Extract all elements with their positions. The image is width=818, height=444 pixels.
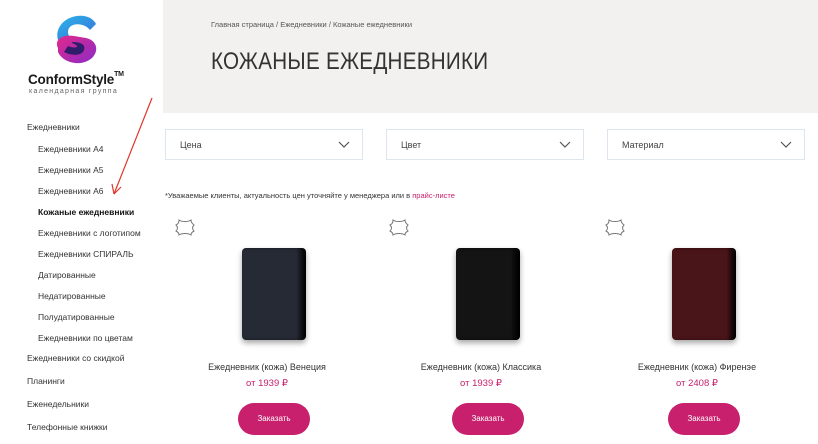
breadcrumb-section[interactable]: Ежедневники [280,20,327,29]
product-name[interactable]: Ежедневник (кожа) Классика [381,362,581,372]
sidebar-item[interactable]: Ежедневники А4 [38,144,103,154]
filter-material[interactable]: Материал [607,129,805,160]
leather-icon [605,219,625,236]
product-image[interactable] [456,248,520,340]
sidebar-item[interactable]: Ежедневники А6 [38,186,103,196]
product-image[interactable] [672,248,736,340]
product-card: Ежедневник (кожа) Венеция от 1939 ₽ Зака… [167,214,367,444]
brand-name: ConformStyleTM [28,71,124,87]
sidebar-item[interactable]: Ежедневники А5 [38,165,103,175]
sidebar-item[interactable]: Ежедневники со скидкой [27,353,124,363]
sidebar-item[interactable]: Ежедневники СПИРАЛЬ [38,249,134,259]
notice-text: *Уважаемые клиенты, актуальность цен уто… [165,191,413,200]
chevron-down-icon [338,141,350,148]
price-list-link[interactable]: прайс-листе [412,191,455,200]
leather-icon [389,219,409,236]
sidebar-item[interactable]: Ежедневники по цветам [38,333,133,343]
annotation-arrow-icon [111,97,153,195]
product-name[interactable]: Ежедневник (кожа) Фиренэе [597,362,797,372]
filter-color[interactable]: Цвет [386,129,584,160]
page-header: Главная страница / Ежедневники / Кожаные… [163,0,818,113]
order-button[interactable]: Заказать [238,403,310,435]
product-name[interactable]: Ежедневник (кожа) Венеция [167,362,367,372]
leather-icon [175,219,195,236]
chevron-down-icon [780,141,792,148]
breadcrumb-current: Кожаные ежедневники [333,20,413,29]
sidebar-item[interactable]: Недатированные [38,291,106,301]
order-button[interactable]: Заказать [452,403,524,435]
sidebar-item[interactable]: Телефонные книжки [27,422,107,432]
sidebar-item[interactable]: Планинги [27,376,65,386]
order-button[interactable]: Заказать [668,403,740,435]
sidebar: ConformStyleTM календарная группа Ежедне… [0,0,163,444]
product-price: от 1939 ₽ [246,378,288,389]
sidebar-item[interactable]: Кожаные ежедневники [38,207,134,217]
sidebar-item[interactable]: Ежедневники с логотипом [38,228,141,238]
sidebar-item[interactable]: Полудатированные [38,312,115,322]
sidebar-item[interactable]: Еженедельники [27,399,89,409]
sidebar-item[interactable]: Датированные [38,270,96,280]
filter-label: Материал [622,140,664,150]
filter-price[interactable]: Цена [165,129,363,160]
product-card: Ежедневник (кожа) Фиренэе от 2408 ₽ Зака… [597,214,797,444]
product-image[interactable] [242,248,306,340]
logo[interactable]: ConformStyleTM календарная группа [28,12,158,98]
breadcrumb: Главная страница / Ежедневники / Кожаные… [211,20,412,29]
filter-label: Цена [180,140,202,150]
logo-s-icon [56,15,97,64]
product-price: от 1939 ₽ [460,378,502,389]
breadcrumb-home[interactable]: Главная страница [211,20,274,29]
sidebar-item[interactable]: Ежедневники [27,122,80,132]
product-price: от 2408 ₽ [676,378,718,389]
product-card: Ежедневник (кожа) Классика от 1939 ₽ Зак… [381,214,581,444]
filter-label: Цвет [401,140,422,150]
chevron-down-icon [559,141,571,148]
page-title: КОЖАНЫЕ ЕЖЕДНЕВНИКИ [211,48,489,75]
price-notice: *Уважаемые клиенты, актуальность цен уто… [165,191,455,200]
